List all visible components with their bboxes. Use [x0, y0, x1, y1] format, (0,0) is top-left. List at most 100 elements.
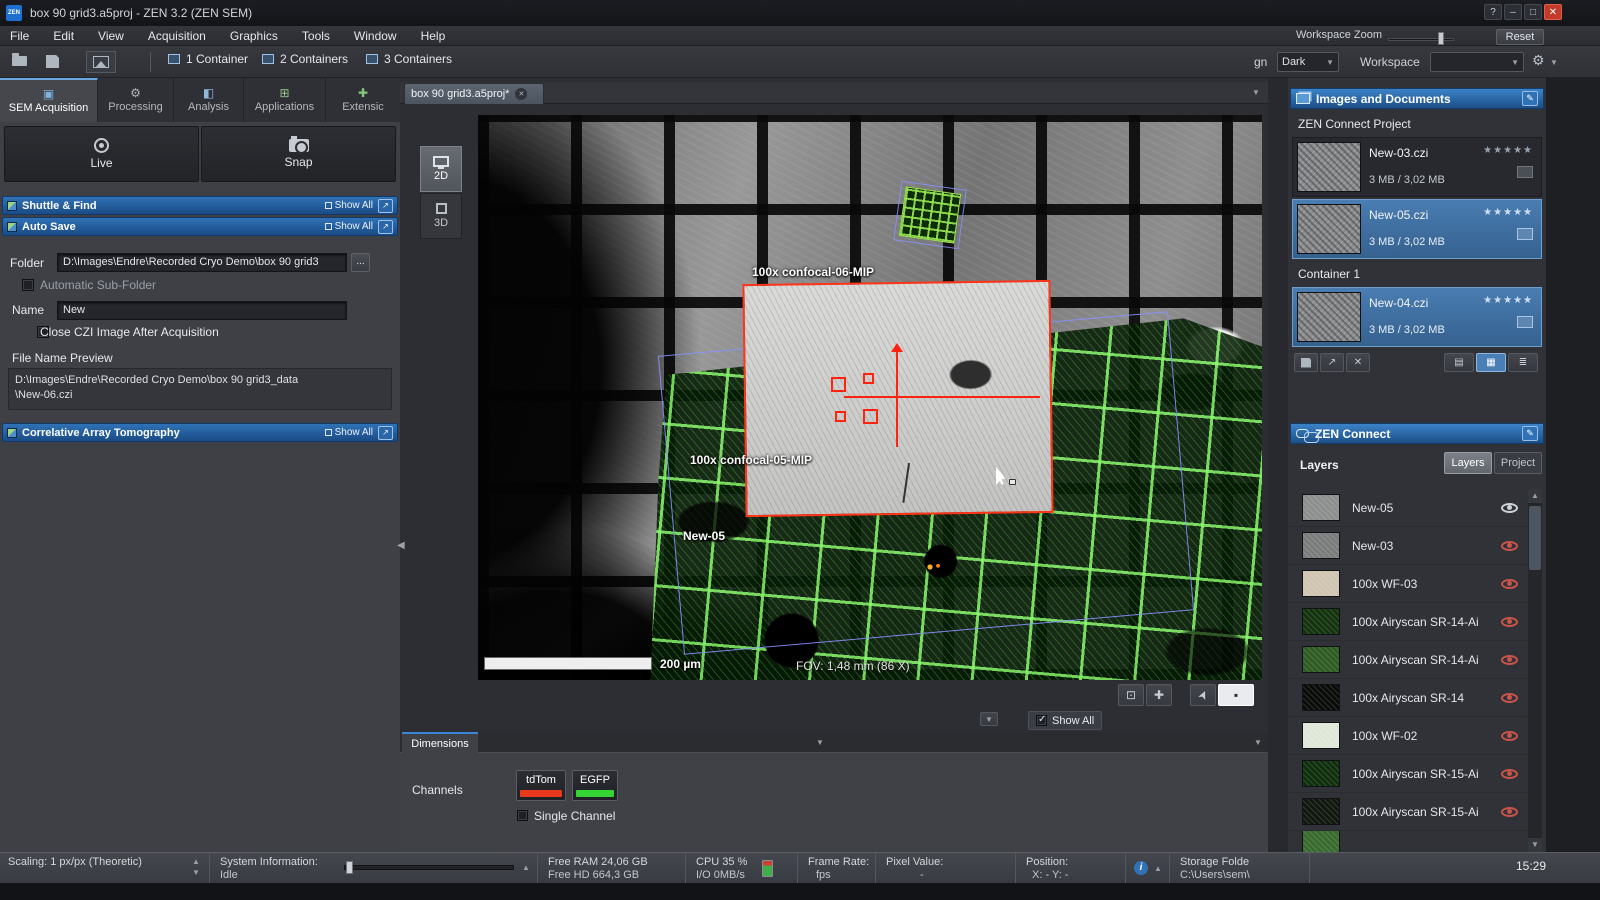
- right-panel-splitter[interactable]: [1268, 78, 1288, 852]
- collapse-up-icon[interactable]: ▲: [522, 863, 530, 872]
- scroll-down-icon[interactable]: ▼: [1528, 838, 1542, 852]
- item-options-button[interactable]: [1517, 228, 1533, 240]
- save-icon[interactable]: [46, 55, 59, 68]
- tab-sem-acquisition[interactable]: ▣ SEM Acquisition: [0, 78, 98, 122]
- left-panel-collapse-handle[interactable]: ◀: [397, 540, 405, 551]
- remove-document-button[interactable]: ✕: [1346, 353, 1370, 372]
- view-2d-button[interactable]: 2D: [420, 146, 462, 192]
- menu-window[interactable]: Window: [354, 29, 397, 43]
- layer-row[interactable]: 100x WF-02: [1290, 717, 1526, 755]
- collapse-up-icon[interactable]: ▲: [1154, 864, 1162, 873]
- minimize-button[interactable]: –: [1504, 4, 1522, 20]
- close-button[interactable]: ✕: [1544, 4, 1562, 20]
- document-tab[interactable]: box 90 grid3.a5proj* ✕: [404, 83, 544, 104]
- container-1-button[interactable]: 1 Container: [168, 52, 248, 66]
- correlative-section-header[interactable]: Correlative Array Tomography Show All ↗: [2, 423, 398, 442]
- scroll-up-icon[interactable]: ▲: [1528, 489, 1542, 503]
- workspace-zoom-slider[interactable]: [1388, 38, 1454, 41]
- shuttle-find-show-all[interactable]: Show All: [325, 200, 373, 211]
- stage-crosshair-horizontal[interactable]: [844, 396, 1040, 398]
- channel-egfp-button[interactable]: EGFP: [572, 770, 618, 801]
- menu-graphics[interactable]: Graphics: [230, 29, 278, 43]
- show-all-toggle[interactable]: Show All: [1028, 711, 1102, 730]
- layer-row-partial[interactable]: [1290, 831, 1526, 852]
- workspace-zoom-reset-button[interactable]: Reset: [1496, 29, 1544, 45]
- name-input[interactable]: New: [57, 301, 347, 320]
- stage-crosshair-vertical[interactable]: [896, 352, 898, 447]
- roi-marker[interactable]: [835, 411, 846, 422]
- live-button[interactable]: Live: [4, 126, 199, 182]
- image-canvas[interactable]: 100x confocal-06-MIP 100x confocal-05-MI…: [478, 115, 1262, 680]
- pan-tool-button[interactable]: ✚: [1146, 684, 1172, 706]
- container-3-button[interactable]: 3 Containers: [366, 52, 452, 66]
- save-document-button[interactable]: [1294, 353, 1318, 372]
- view-3d-button[interactable]: 3D: [420, 193, 462, 239]
- automatic-subfolder-checkbox[interactable]: [22, 279, 34, 291]
- panel-expand-chevron[interactable]: ▼: [980, 712, 998, 726]
- item-options-button[interactable]: [1517, 316, 1533, 328]
- tab-applications[interactable]: ⊞ Applications: [244, 78, 326, 122]
- edit-panel-icon[interactable]: ✎: [1522, 426, 1538, 441]
- menu-acquisition[interactable]: Acquisition: [148, 29, 206, 43]
- info-icon[interactable]: i: [1134, 861, 1148, 875]
- roi-marker[interactable]: [831, 377, 846, 392]
- rating-stars[interactable]: ★★★★★: [1483, 145, 1533, 156]
- zen-connect-header[interactable]: ZEN Connect ✎: [1290, 423, 1544, 444]
- menu-file[interactable]: File: [10, 29, 29, 43]
- menu-edit[interactable]: Edit: [53, 29, 74, 43]
- layers-scrollbar[interactable]: ▲ ▼: [1528, 489, 1542, 852]
- workspace-select[interactable]: ▼: [1430, 52, 1524, 72]
- auto-save-section-header[interactable]: Auto Save Show All ↗: [2, 217, 398, 236]
- layer-row[interactable]: New-05: [1290, 489, 1526, 527]
- layer-visibility-eye-icon[interactable]: [1501, 579, 1518, 589]
- open-project-icon[interactable]: [12, 56, 27, 66]
- chevron-down-icon[interactable]: ▼: [1254, 738, 1262, 747]
- popout-icon[interactable]: ↗: [378, 220, 393, 234]
- snap-button[interactable]: Snap: [201, 126, 396, 182]
- tab-close-icon[interactable]: ✕: [515, 88, 527, 100]
- document-item-new-04[interactable]: New-04.czi ★★★★★ 3 MB / 3,02 MB: [1292, 287, 1542, 347]
- tab-processing[interactable]: ⚙ Processing: [98, 78, 174, 122]
- layer-visibility-eye-icon[interactable]: [1501, 693, 1518, 703]
- spinner-down-icon[interactable]: ▼: [192, 868, 200, 877]
- help-button[interactable]: ?: [1484, 4, 1502, 20]
- correlative-show-all[interactable]: Show All: [325, 427, 373, 438]
- popout-icon[interactable]: ↗: [378, 199, 393, 213]
- layers-tab[interactable]: Layers: [1444, 452, 1492, 474]
- tile-view-button[interactable]: ▦: [1476, 353, 1506, 372]
- edit-panel-icon[interactable]: ✎: [1522, 91, 1538, 106]
- pointer-tool-button[interactable]: ➤: [1190, 684, 1216, 706]
- detail-view-button[interactable]: ≣: [1508, 353, 1538, 372]
- folder-browse-button[interactable]: ...: [351, 253, 370, 272]
- document-item-new-05[interactable]: New-05.czi ★★★★★ 3 MB / 3,02 MB: [1292, 199, 1542, 259]
- layer-visibility-eye-icon[interactable]: [1501, 807, 1518, 817]
- layer-visibility-eye-icon[interactable]: [1501, 541, 1518, 551]
- layer-visibility-eye-icon[interactable]: [1501, 769, 1518, 779]
- system-load-thumb[interactable]: [346, 861, 353, 874]
- tab-extensions[interactable]: ✚ Extensic: [326, 78, 400, 122]
- folder-input[interactable]: D:\Images\Endre\Recorded Cryo Demo\box 9…: [57, 253, 347, 272]
- snapshot-button[interactable]: [86, 51, 116, 73]
- menu-tools[interactable]: Tools: [302, 29, 330, 43]
- layer-visibility-eye-icon[interactable]: [1501, 731, 1518, 741]
- layer-visibility-eye-icon[interactable]: [1501, 617, 1518, 627]
- roi-marker[interactable]: [863, 373, 874, 384]
- selection-mode-button[interactable]: ▪: [1218, 684, 1254, 706]
- workspace-zoom-thumb[interactable]: [1438, 32, 1444, 45]
- item-options-button[interactable]: [1517, 166, 1533, 178]
- layer-row[interactable]: 100x Airyscan SR-14-Ai: [1290, 641, 1526, 679]
- roi-marker[interactable]: [863, 409, 878, 424]
- channel-tdtom-button[interactable]: tdTom: [516, 770, 566, 801]
- images-documents-header[interactable]: Images and Documents ✎: [1290, 88, 1544, 109]
- auto-save-show-all[interactable]: Show All: [325, 221, 373, 232]
- project-tab[interactable]: Project: [1494, 452, 1542, 474]
- rating-stars[interactable]: ★★★★★: [1483, 207, 1533, 218]
- layer-row[interactable]: 100x Airyscan SR-15-Ai: [1290, 793, 1526, 831]
- layer-row[interactable]: 100x WF-03: [1290, 565, 1526, 603]
- layer-row[interactable]: New-03: [1290, 527, 1526, 565]
- chevron-down-icon[interactable]: ▼: [816, 738, 824, 747]
- layer-visibility-eye-icon[interactable]: [1501, 655, 1518, 665]
- layer-row[interactable]: 100x Airyscan SR-15-Ai: [1290, 755, 1526, 793]
- tab-dimensions[interactable]: Dimensions: [402, 732, 478, 753]
- layer-row[interactable]: 100x Airyscan SR-14: [1290, 679, 1526, 717]
